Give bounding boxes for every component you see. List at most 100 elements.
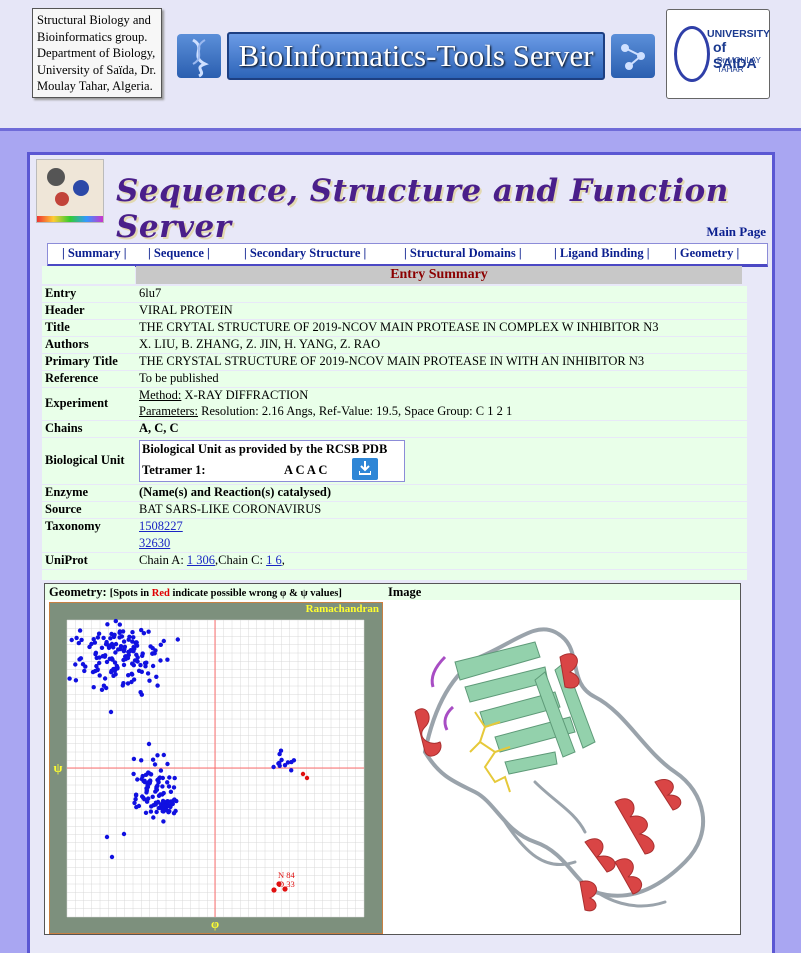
residue-point [113,618,119,624]
residue-point [160,798,166,804]
residue-point [121,639,127,644]
university-logo[interactable]: UNIVERSITY of SAIDA Dr MOULAY TAHAR [666,9,770,99]
residue-point [174,798,179,804]
download-icon[interactable] [352,458,378,480]
residue-point [158,768,164,773]
residue-point [166,784,172,789]
residue-point [117,622,123,627]
residue-point [95,635,101,640]
residue-point [146,629,151,634]
plot-title: Ramachandran [306,603,379,615]
residue-point [172,775,177,781]
residue-point [140,794,145,799]
ramachandran-plot[interactable]: Ramachandran φ ψ N 84 D 33 [49,602,383,934]
residue-point [102,676,108,681]
residue-point [125,655,131,661]
phi-axis-label: φ [211,916,219,931]
molecule-icon [611,34,655,78]
residue-point [175,637,180,642]
residue-point [171,811,177,816]
row-key: Title [45,320,70,334]
biological-unit-row: Biological Unit Biological Unit as provi… [42,438,747,484]
residue-point [276,761,281,766]
residue-point [131,677,137,682]
molecule-logo [36,159,104,223]
residue-point [126,637,131,642]
residue-point [83,664,88,669]
residue-point [131,771,136,777]
residue-point [135,655,140,660]
tab-ligand-binding[interactable]: | Ligand Binding | [554,246,650,261]
tab-secondary-structure[interactable]: | Secondary Structure | [244,246,366,261]
site-header: Structural Biology and Bioinformatics gr… [0,0,801,131]
residue-point [77,657,82,662]
residue-point [97,673,102,678]
residue-point [150,757,156,762]
outlier-label: D 33 [278,879,295,889]
chains-value: A, C, C [139,421,179,435]
uniprot-link-a[interactable]: 1 306 [187,553,215,567]
source-row: Source BAT SARS-LIKE CORONAVIRUS [42,502,747,518]
residue-point [136,668,142,673]
residue-point [148,809,154,814]
residue-point [102,654,107,659]
residue-point [69,637,74,643]
lab-info-box: Structural Biology and Bioinformatics gr… [32,8,162,98]
tab-summary[interactable]: | Summary | [62,246,127,261]
residue-point [142,660,148,666]
residue-point [113,641,119,647]
dna-icon [177,34,221,78]
lab-line: Structural Biology and [37,13,151,27]
geometry-label: Geometry: [Spots in Red indicate possibl… [49,585,342,599]
bio-unit-title: Biological Unit as provided by the RCSB … [142,442,388,456]
residue-point [134,640,139,645]
residue-point [154,787,160,792]
uniprot-link-c[interactable]: 1 6 [266,553,282,567]
server-title: BioInformatics-Tools Server [227,32,605,80]
residue-point [139,758,144,763]
university-logo-line3: Dr MOULAY TAHAR [717,56,761,74]
residue-point [118,646,123,652]
server-banner[interactable]: BioInformatics-Tools Server [177,32,655,80]
residue-point [131,644,136,650]
residue-point [125,681,131,686]
tetramer-chains: A C A C [284,463,328,477]
residue-point [148,772,154,777]
taxonomy-link[interactable]: 32630 [139,536,170,551]
residue-point [79,637,84,643]
row-key: Biological Unit [45,453,125,467]
residue-point [121,831,127,837]
residue-point [148,644,153,649]
main-panel: Sequence, Structure and Function Server … [27,152,775,953]
row-key: Primary Title [45,354,118,368]
residue-point [150,794,155,799]
atom-shape [73,180,89,196]
protein-structure-image [385,602,740,934]
residue-point [171,785,177,790]
residue-point [165,761,170,767]
tab-structural-domains[interactable]: | Structural Domains | [404,246,522,261]
residue-point [99,687,105,692]
table-row: Authors X. LIU, B. ZHANG, Z. JIN, H. YAN… [42,337,747,353]
row-value: X. LIU, B. ZHANG, Z. JIN, H. YANG, Z. RA… [139,337,381,351]
residue-point [155,783,160,789]
residue-point [134,804,139,810]
row-key: Taxonomy [45,519,101,533]
residue-point [291,758,297,763]
residue-point [151,815,156,820]
residue-point [133,793,139,798]
residue-point [162,803,167,809]
main-page-link[interactable]: Main Page [706,224,766,240]
residue-point [95,667,100,673]
residue-point [156,805,161,811]
residue-point [110,644,115,649]
tab-geometry[interactable]: | Geometry | [674,246,739,261]
residue-point [150,663,156,669]
tab-sequence[interactable]: | Sequence | [148,246,210,261]
biological-unit-box: Biological Unit as provided by the RCSB … [139,440,405,482]
taxonomy-link[interactable]: 1508227 [139,519,183,534]
residue-point [131,756,137,762]
row-key: Reference [45,371,99,385]
spacer-row [42,570,747,580]
residue-point [96,631,102,636]
